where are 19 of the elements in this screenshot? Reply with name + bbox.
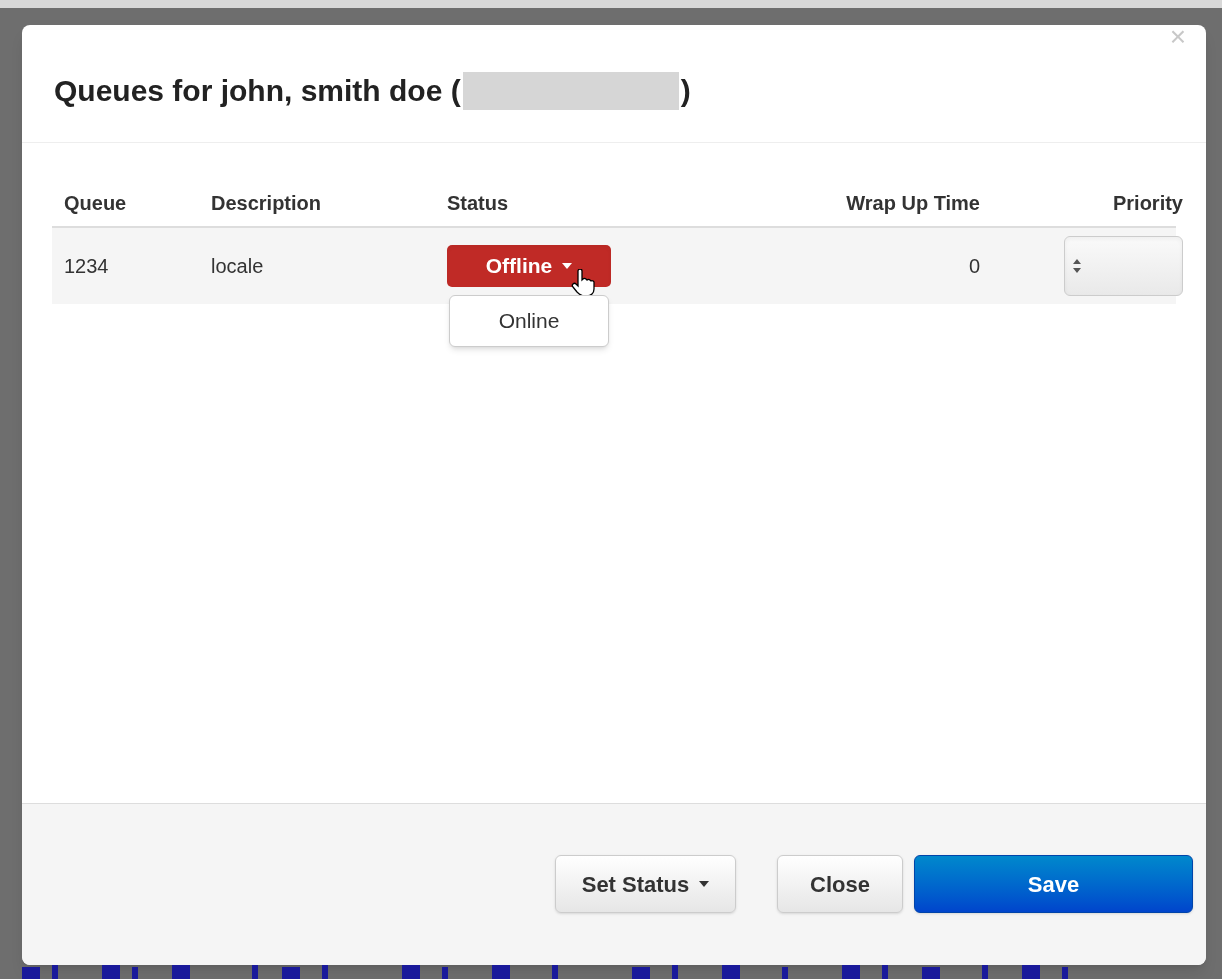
spinner-icon <box>1073 259 1081 273</box>
column-header: Description <box>210 191 323 216</box>
caret-icon <box>699 881 710 887</box>
column-header: Queue <box>63 191 128 216</box>
dialog-title-end: ) <box>680 73 691 109</box>
table-cell-text: 1234 <box>63 254 110 279</box>
set-status-button[interactable]: Set Status <box>555 855 736 913</box>
table-cell-text: locale <box>210 254 265 279</box>
dialog-title: Queues for john, smith doe ( <box>54 73 461 109</box>
close-button[interactable]: Close <box>777 855 903 913</box>
caret-icon <box>562 263 573 269</box>
column-header: Status <box>446 191 510 216</box>
column-header: Wrap Up Time <box>845 191 981 216</box>
status-dropdown[interactable]: Offline <box>447 245 611 287</box>
priority-input[interactable] <box>1064 236 1183 296</box>
column-header: Priority <box>1111 191 1184 216</box>
table-cell-text: 0 <box>967 254 981 279</box>
status-menu-item[interactable]: Online <box>450 302 608 340</box>
save-button[interactable]: Save <box>914 855 1193 913</box>
